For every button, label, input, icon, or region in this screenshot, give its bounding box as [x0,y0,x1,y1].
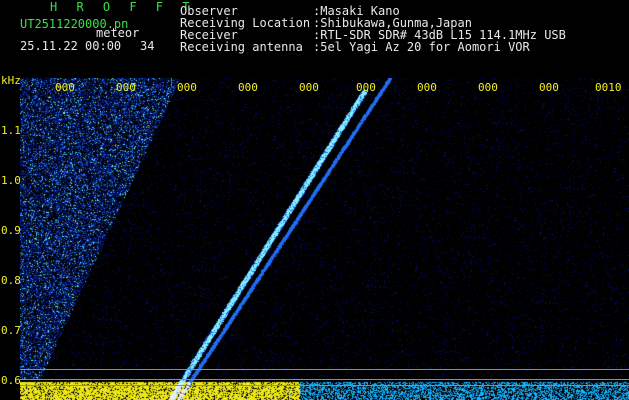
x-tick-label: 000 [356,81,376,94]
reference-line [20,369,629,370]
reference-line [20,385,629,386]
waterfall-spectrogram [20,78,629,400]
y-tick-label: 0.9 [1,224,21,237]
x-tick-label: 000 [238,81,258,94]
x-tick-label: 000 [177,81,197,94]
x-tick-label: 0010 [595,81,622,94]
x-tick-label: 000 [299,81,319,94]
antenna-value: :5el Yagi Az 20 for Aomori VOR [313,40,530,54]
reference-line [20,379,629,380]
frequency-unit-label: kHz [1,74,21,87]
y-tick-label: 0.6 [1,374,21,387]
date-time: 25.11.22 00:00 [20,39,122,53]
meteor-count: 34 [140,39,155,53]
y-tick-label: 1.1 [1,124,21,137]
waterfall-canvas [20,78,629,400]
x-tick-label: 000 [478,81,498,94]
y-tick-label: 1.0 [1,174,21,187]
y-tick-label: 0.7 [1,324,21,337]
x-tick-label: 000 [55,81,75,94]
app-title: H R O F F T [50,0,196,14]
antenna-key: Receiving antenna [180,40,303,54]
y-tick-label: 0.8 [1,274,21,287]
x-tick-label: 000 [417,81,437,94]
meteor-label: meteor [96,26,140,40]
x-tick-label: 000 [116,81,136,94]
x-tick-label: 000 [539,81,559,94]
